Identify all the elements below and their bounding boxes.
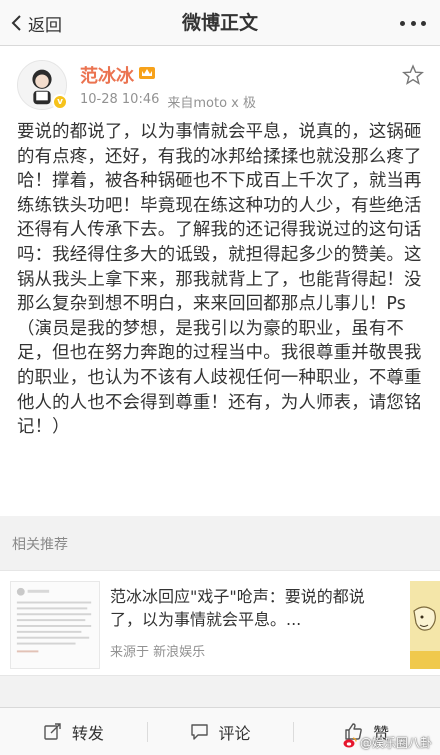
repost-button[interactable]: 转发 — [0, 708, 147, 755]
related-item-title[interactable]: 范冰冰回应"戏子"呛声：要说的都说了，以为事情就会平息。... — [110, 585, 395, 631]
post-source: 来自moto x 极 — [167, 96, 257, 111]
related-thumbnail — [10, 581, 100, 669]
repost-label: 转发 — [71, 723, 104, 743]
related-header-label: 相关推荐 — [12, 537, 68, 553]
comment-label: 评论 — [218, 723, 251, 743]
back-label: 返回 — [28, 15, 62, 36]
page-title: 微博正文 — [181, 12, 258, 34]
related-item-source: 来源于 新浪娱乐 — [110, 645, 206, 660]
more-options-button[interactable] — [400, 14, 426, 32]
comment-button[interactable]: 评论 — [146, 708, 294, 755]
related-section-header: 相关推荐 — [0, 520, 440, 570]
watermark-text: @娱乐圈八卦 — [359, 736, 432, 750]
post-card: v 范冰冰 10-28 10:46 来自moto x 极 要说的都说了，以为事情… — [0, 46, 440, 516]
dot-icon — [410, 20, 416, 26]
vip-crown-icon[interactable] — [138, 64, 156, 80]
related-item[interactable]: 范冰冰回应"戏子"呛声：要说的都说了，以为事情就会平息。... 来源于 新浪娱乐 — [0, 570, 440, 676]
post-text: 要说的都说了，以为事情就会平息，说真的，这锅砸的有点疼，还好，有我的冰邦给揉揉也… — [17, 122, 422, 438]
post-time: 10-28 10:46 — [80, 92, 160, 107]
repost-icon — [44, 723, 61, 740]
verified-badge-icon: v — [52, 94, 68, 110]
weibo-logo-icon — [343, 737, 357, 748]
chevron-left-icon — [11, 15, 21, 31]
watermark: @娱乐圈八卦 — [343, 734, 432, 751]
top-navbar: 返回 微博正文 — [0, 0, 440, 46]
dot-icon — [421, 20, 426, 26]
favorite-star-icon[interactable] — [402, 64, 424, 86]
comment-icon — [190, 724, 208, 740]
related-side-image[interactable] — [410, 581, 440, 669]
post-meta: 10-28 10:46 来自moto x 极 — [80, 92, 256, 111]
dot-icon — [400, 20, 405, 26]
author-name[interactable]: 范冰冰 — [80, 62, 134, 88]
back-button[interactable]: 返回 — [10, 8, 62, 38]
bottom-toolbar: 转发 评论 赞 @娱乐圈八卦 — [0, 707, 440, 755]
